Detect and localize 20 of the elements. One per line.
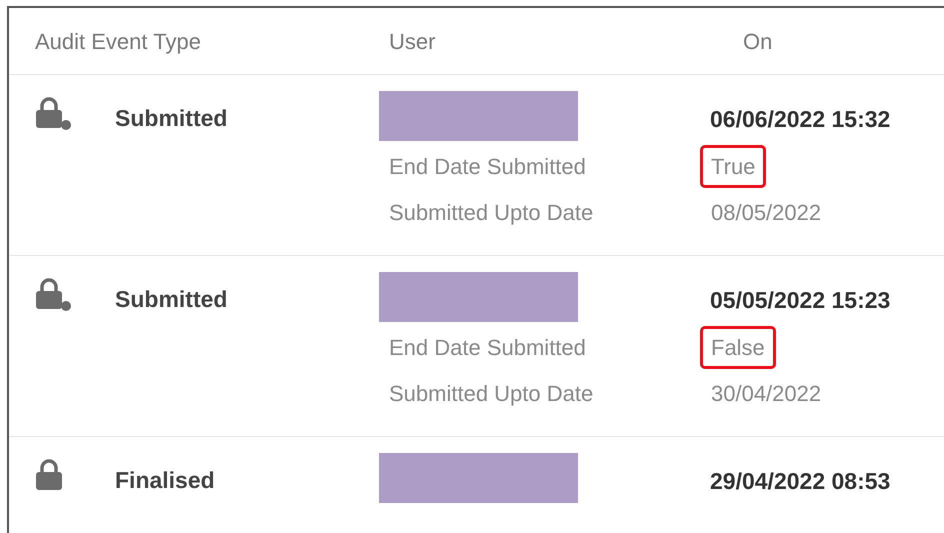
- detail-label: Submitted Upto Date: [389, 198, 594, 227]
- column-header: User: [389, 28, 436, 54]
- detail-label: End Date Submitted: [389, 334, 586, 362]
- event-date: 29/04/2022 08:53: [710, 468, 890, 494]
- detail-value: 30/04/2022: [710, 380, 822, 408]
- event-date: 06/06/2022 15:32: [710, 106, 890, 132]
- detail-label: End Date Submitted: [389, 152, 586, 180]
- column-header: On: [743, 28, 772, 54]
- lock-icon: [33, 459, 65, 493]
- lock-dot-icon: [33, 97, 73, 131]
- highlighted-value: False: [700, 326, 776, 368]
- event-date: 05/05/2022 15:23: [710, 287, 890, 313]
- column-header: Audit Event Type: [35, 28, 201, 54]
- event-type: Submitted: [115, 285, 228, 314]
- lock-dot-icon: [33, 278, 73, 312]
- detail-label: Submitted Upto Date: [389, 380, 594, 408]
- highlighted-value: True: [700, 144, 766, 188]
- event-type: Submitted: [115, 104, 228, 133]
- detail-value: 08/05/2022: [710, 198, 822, 226]
- event-type: Finalised: [115, 466, 215, 495]
